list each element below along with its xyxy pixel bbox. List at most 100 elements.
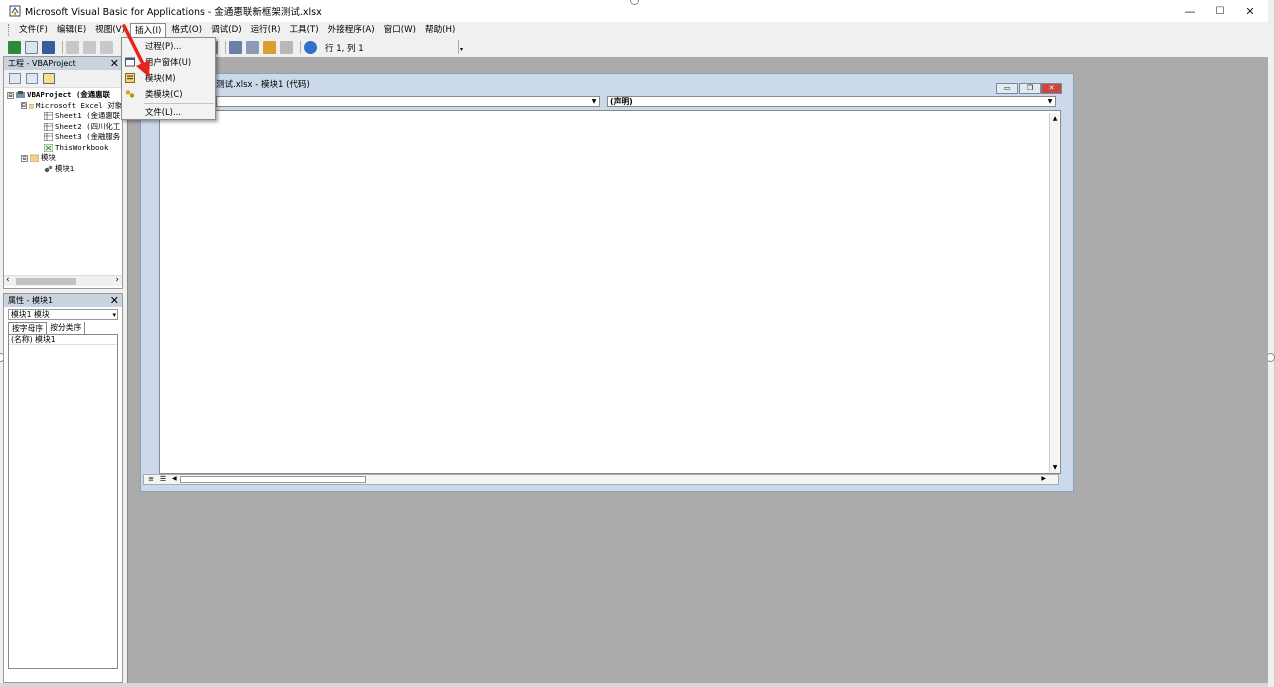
properties-pane: 属性 - 模块1 ✕ 模块1 模块 ▾ 按字母序 按分类序 (名称) 模块1 bbox=[3, 293, 123, 683]
tree-node-label: Microsoft Excel 对象 bbox=[36, 100, 122, 110]
tree-node-vbaproject[interactable]: ⊟ VBAProject (金通惠联 bbox=[4, 90, 122, 101]
menu-addins[interactable]: 外接程序(A) bbox=[324, 23, 379, 37]
menu-format[interactable]: 格式(O) bbox=[167, 23, 206, 37]
folder-icon bbox=[30, 154, 39, 163]
tab-alphabetic[interactable]: 按字母序 bbox=[8, 322, 48, 334]
maximize-button[interactable]: ☐ bbox=[1205, 0, 1235, 22]
vbaproject-icon bbox=[16, 91, 25, 99]
tree-node-label: Sheet2 (四川化工 bbox=[55, 121, 121, 131]
insert-userform-icon[interactable] bbox=[25, 41, 38, 54]
toolbar-separator bbox=[62, 41, 63, 54]
menu-insert-class-module[interactable]: 类模块(C) bbox=[122, 86, 215, 102]
menu-debug[interactable]: 调试(D) bbox=[207, 23, 246, 37]
menu-bar: 文件(F) 编辑(E) 视图(V) 插入(I) 格式(O) 调试(D) 运行(R… bbox=[0, 22, 1268, 38]
code-window: 测试.xlsx - 模块1 (代码) ▭ ❐ ✕ ▼ (声明) ▼ ▲ ▼ ≡ … bbox=[140, 73, 1074, 492]
collapse-icon[interactable]: ⊟ bbox=[7, 91, 14, 99]
chevron-down-icon: ▼ bbox=[1047, 98, 1053, 105]
code-window-restore-button[interactable]: ❐ bbox=[1019, 83, 1041, 94]
menu-file[interactable]: 文件(F) bbox=[15, 23, 52, 37]
collapse-icon[interactable]: ⊟ bbox=[21, 154, 28, 162]
scroll-left-arrow[interactable]: ◀ bbox=[172, 475, 177, 482]
procedure-combo[interactable]: (声明) ▼ bbox=[607, 96, 1056, 107]
properties-pane-title-text: 属性 - 模块1 bbox=[8, 296, 54, 305]
menu-window[interactable]: 窗口(W) bbox=[380, 23, 420, 37]
toolbar-options-button[interactable]: ▾ bbox=[458, 40, 464, 54]
scroll-right-arrow[interactable]: ▶ bbox=[1041, 475, 1046, 482]
properties-tabs: 按字母序 按分类序 bbox=[8, 322, 122, 334]
tree-node-sheet1[interactable]: Sheet1 (金通惠联 bbox=[4, 111, 122, 122]
menu-tools[interactable]: 工具(T) bbox=[285, 23, 322, 37]
project-explorer-pane: 工程 - VBAProject ✕ ⊟ VBAProject (金通惠联 ⊟ M… bbox=[3, 56, 123, 289]
menubar-grip[interactable] bbox=[8, 24, 11, 36]
project-explorer-icon[interactable] bbox=[229, 41, 242, 54]
tree-node-modules[interactable]: ⊟ 模块 bbox=[4, 153, 122, 164]
procedure-combo-value: (声明) bbox=[610, 97, 633, 106]
close-button[interactable]: ✕ bbox=[1235, 0, 1265, 22]
tree-node-label: 模块1 bbox=[55, 163, 75, 173]
menu-help[interactable]: 帮助(H) bbox=[421, 23, 459, 37]
view-object-icon[interactable] bbox=[26, 73, 38, 84]
project-pane-title-text: 工程 - VBAProject bbox=[8, 59, 76, 68]
code-window-close-button[interactable]: ✕ bbox=[1041, 83, 1062, 94]
object-browser-icon[interactable] bbox=[263, 41, 276, 54]
save-icon[interactable] bbox=[42, 41, 55, 54]
scrollbar-thumb[interactable] bbox=[180, 476, 366, 483]
copy-icon[interactable] bbox=[83, 41, 96, 54]
toggle-folders-icon[interactable] bbox=[43, 73, 55, 84]
menu-item-label: 文件(L)... bbox=[145, 107, 181, 117]
worksheet-icon bbox=[44, 133, 53, 142]
standard-toolbar: 行 1, 列 1 ▾ bbox=[0, 38, 464, 57]
paste-icon[interactable] bbox=[100, 41, 113, 54]
scroll-left-arrow[interactable]: ‹ bbox=[6, 275, 10, 285]
window-title: Microsoft Visual Basic for Applications … bbox=[25, 7, 322, 18]
vba-app-icon bbox=[9, 5, 21, 17]
object-combo[interactable]: ▼ bbox=[216, 96, 600, 107]
project-horizontal-scrollbar[interactable]: ‹ › bbox=[4, 275, 122, 286]
tree-node-excel-objects[interactable]: ⊟ Microsoft Excel 对象 bbox=[4, 101, 122, 112]
worksheet-icon bbox=[44, 122, 53, 131]
project-tree: ⊟ VBAProject (金通惠联 ⊟ Microsoft Excel 对象 … bbox=[4, 88, 122, 275]
properties-pane-title: 属性 - 模块1 ✕ bbox=[4, 294, 122, 307]
code-window-title: 测试.xlsx - 模块1 (代码) bbox=[216, 80, 310, 90]
cut-icon[interactable] bbox=[66, 41, 79, 54]
help-icon[interactable] bbox=[304, 41, 317, 54]
scroll-up-arrow[interactable]: ▲ bbox=[1051, 115, 1059, 122]
object-select[interactable]: 模块1 模块 ▾ bbox=[8, 309, 118, 320]
project-pane-title: 工程 - VBAProject ✕ bbox=[4, 57, 122, 70]
folder-icon bbox=[28, 103, 35, 109]
properties-window-icon[interactable] bbox=[246, 41, 259, 54]
tree-node-label: VBAProject (金通惠联 bbox=[27, 90, 110, 99]
menu-insert-file[interactable]: 文件(L)... bbox=[122, 104, 215, 120]
tree-node-sheet3[interactable]: Sheet3 (金融服务 bbox=[4, 132, 122, 143]
minimize-button[interactable]: — bbox=[1175, 0, 1205, 22]
toolbox-icon[interactable] bbox=[280, 41, 293, 54]
chevron-down-icon: ▾ bbox=[112, 311, 116, 319]
code-vertical-scrollbar[interactable]: ▲ ▼ bbox=[1049, 113, 1059, 473]
project-pane-toolbar bbox=[4, 70, 122, 88]
code-window-minimize-button[interactable]: ▭ bbox=[996, 83, 1018, 94]
code-window-titlebar[interactable]: 测试.xlsx - 模块1 (代码) ▭ ❐ ✕ bbox=[141, 78, 1073, 94]
tree-node-sheet2[interactable]: Sheet2 (四川化工 bbox=[4, 122, 122, 133]
tree-node-module1[interactable]: 模块1 bbox=[4, 164, 122, 175]
tree-node-thisworkbook[interactable]: ThisWorkbook bbox=[4, 143, 122, 154]
module-icon bbox=[44, 165, 53, 172]
code-horizontal-scrollbar[interactable]: ≡ ☰ ◀ ▶ bbox=[143, 474, 1059, 485]
status-strip bbox=[0, 683, 1268, 687]
tab-categorized[interactable]: 按分类序 bbox=[47, 322, 86, 334]
scroll-down-arrow[interactable]: ▼ bbox=[1051, 464, 1059, 471]
collapse-icon[interactable]: ⊟ bbox=[21, 102, 27, 110]
menu-run[interactable]: 运行(R) bbox=[247, 23, 285, 37]
scrollbar-thumb[interactable] bbox=[16, 278, 76, 285]
code-editor[interactable]: ▲ ▼ bbox=[159, 110, 1061, 474]
procedure-view-icon[interactable]: ≡ bbox=[146, 475, 156, 484]
scroll-right-arrow[interactable]: › bbox=[115, 275, 119, 285]
view-code-icon[interactable] bbox=[9, 73, 21, 84]
property-row-name[interactable]: (名称) 模块1 bbox=[9, 335, 117, 345]
vba-editor-window: Microsoft Visual Basic for Applications … bbox=[0, 0, 1275, 687]
menu-item-label: 类模块(C) bbox=[145, 89, 183, 99]
properties-pane-close-button[interactable]: ✕ bbox=[110, 294, 119, 307]
menu-edit[interactable]: 编辑(E) bbox=[53, 23, 90, 37]
workbook-icon bbox=[44, 143, 53, 152]
excel-view-icon[interactable] bbox=[8, 41, 21, 54]
full-module-view-icon[interactable]: ☰ bbox=[158, 475, 168, 484]
